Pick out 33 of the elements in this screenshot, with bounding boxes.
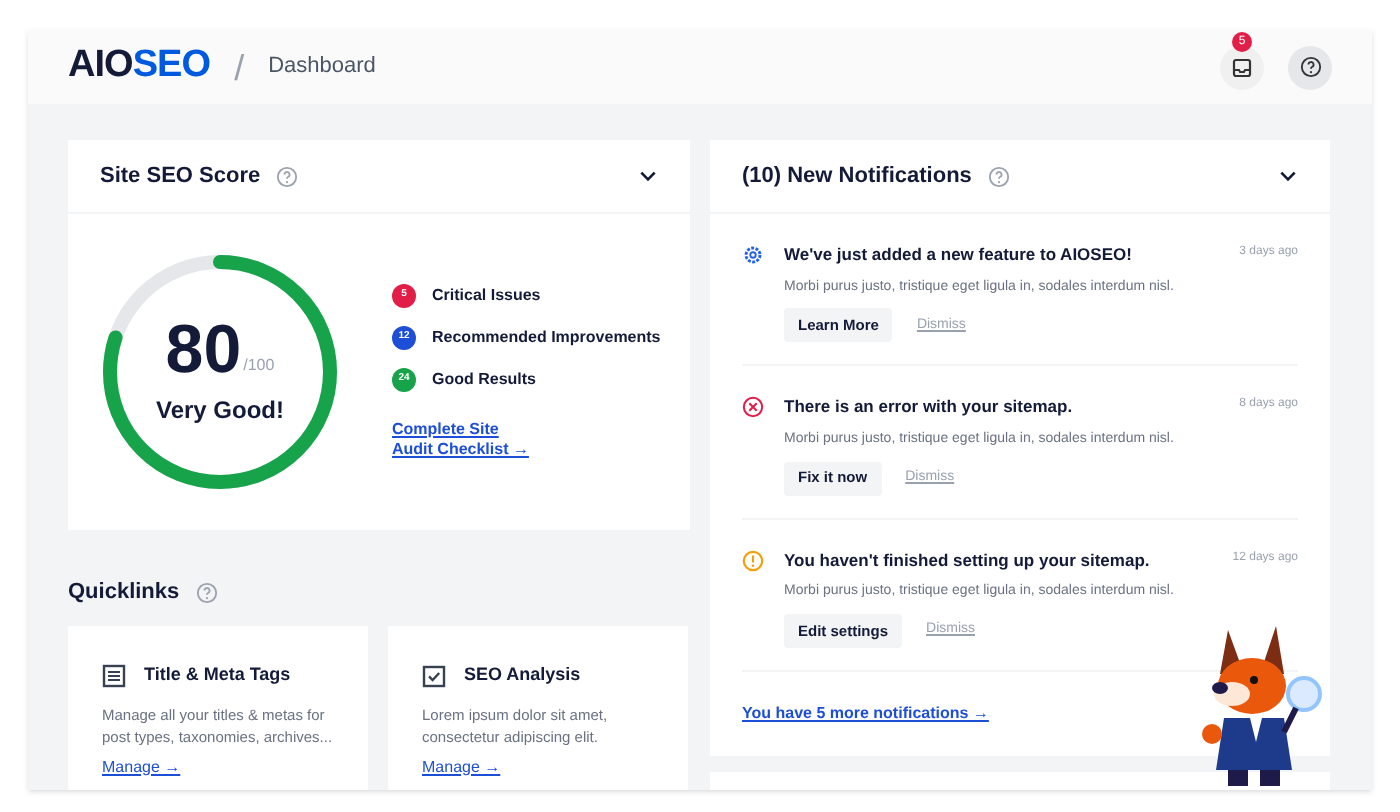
- checklist-icon: [422, 663, 446, 688]
- manage-link[interactable]: Manage →: [102, 755, 181, 779]
- card-title: Site SEO Score: [100, 161, 261, 192]
- warning-icon: [742, 549, 764, 571]
- manage-link[interactable]: Manage →: [422, 755, 501, 779]
- audit-checklist-link[interactable]: Complete Site: [392, 420, 499, 440]
- notification-title: We've just added a new feature to AIOSEO!: [784, 242, 1132, 268]
- notification-title: There is an error with your sitemap.: [784, 394, 1073, 420]
- more-notifications-link[interactable]: You have 5 more notifications →: [742, 701, 989, 726]
- score-value: 80: [165, 316, 242, 384]
- score-rating: Very Good!: [155, 394, 284, 428]
- result-label: Recommended Improvements: [432, 326, 661, 350]
- quicklink-title[interactable]: Title & Meta Tags: [144, 662, 291, 689]
- chevron-icon[interactable]: [638, 166, 658, 186]
- quicklink-title[interactable]: SEO Analysis: [464, 662, 581, 689]
- help-button[interactable]: [1288, 45, 1332, 89]
- notification-title: You haven't finished setting up your sitemap.: [784, 547, 1150, 573]
- gear-icon: [742, 244, 764, 266]
- card-title: (10) New Notifications: [742, 161, 972, 192]
- chevron-icon[interactable]: [1278, 166, 1298, 186]
- breadcrumb-separator: /: [234, 45, 245, 91]
- inbox-button[interactable]: [1220, 45, 1264, 89]
- inbox-icon: [1232, 57, 1252, 77]
- error-icon: [742, 396, 764, 419]
- breadcrumb-text: Dashboard: [268, 52, 376, 83]
- section-title: Quicklinks: [68, 577, 180, 608]
- result-label: Good Results: [432, 368, 537, 392]
- score-max: /100: [243, 354, 275, 378]
- result-label: Critical Issues: [432, 284, 541, 308]
- audit-checklist-link[interactable]: Audit Checklist →: [392, 440, 529, 460]
- help-icon: [1299, 56, 1321, 78]
- document-icon: [102, 663, 126, 688]
- aioseo-logo: AIOSEO: [68, 42, 211, 91]
